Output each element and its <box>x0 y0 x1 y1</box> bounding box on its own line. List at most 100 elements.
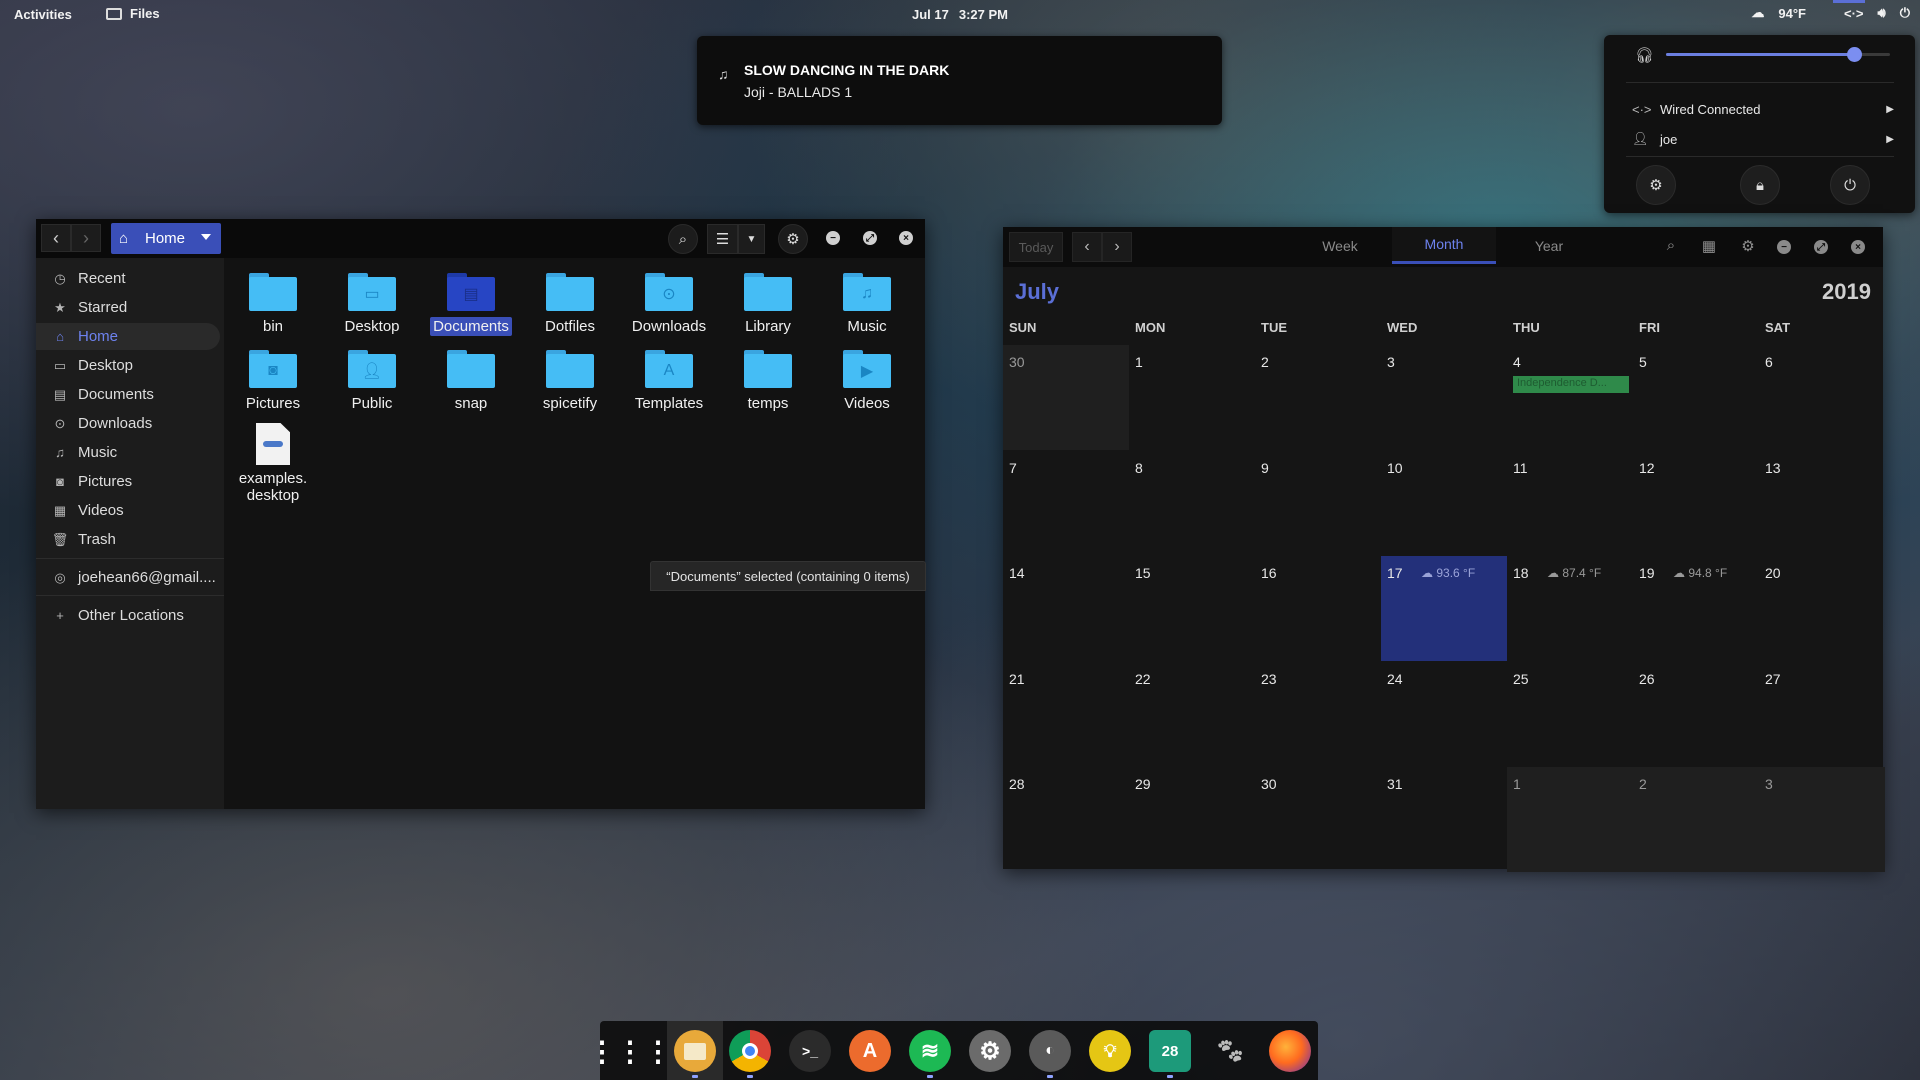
calendar-event[interactable]: Independence D... <box>1513 376 1629 393</box>
calendar-day-cell[interactable]: 20 <box>1759 556 1885 661</box>
sidebar-item-downloads[interactable]: ⊙ Downloads <box>36 410 224 437</box>
minimize-button[interactable]: − <box>1777 240 1791 254</box>
firefox-icon[interactable] <box>1269 1030 1311 1072</box>
calendar-day-cell[interactable]: 8 <box>1129 451 1255 556</box>
search-button[interactable]: ⌕ <box>668 224 698 254</box>
view-list-button[interactable]: ☰ <box>707 224 738 254</box>
tab-week[interactable]: Week <box>1288 227 1392 264</box>
spotify-icon[interactable]: ≋ <box>909 1030 951 1072</box>
forward-button[interactable]: › <box>71 224 101 252</box>
minimize-button[interactable]: − <box>826 231 840 245</box>
status-area[interactable]: ☁ 94°F <·> 🔊︎ ⏻ <box>1751 5 1910 21</box>
calendar-day-cell[interactable]: 2 <box>1255 345 1381 450</box>
lock-button[interactable]: 🔒︎ <box>1740 165 1780 205</box>
calendar-day-cell[interactable]: 27 <box>1759 662 1885 767</box>
app-menu[interactable]: Files <box>106 6 160 21</box>
calendar-day-cell[interactable]: 6 <box>1759 345 1885 450</box>
calendar-day-cell[interactable]: 29 <box>1129 767 1255 872</box>
clock[interactable]: Jul 17 3:27 PM <box>912 7 1008 22</box>
chrome-icon[interactable] <box>729 1030 771 1072</box>
menu-button[interactable]: ⚙ <box>778 224 808 254</box>
software-center-icon[interactable]: A <box>849 1030 891 1072</box>
maximize-button[interactable]: ⤢ <box>863 231 877 245</box>
maximize-button[interactable]: ⤢ <box>1814 240 1828 254</box>
sidebar-item-pictures[interactable]: ◙ Pictures <box>36 468 224 495</box>
calendar-day-cell[interactable]: 13 <box>1759 451 1885 556</box>
calendar-day-cell[interactable]: 18 ☁ 87.4 °F <box>1507 556 1633 661</box>
volume-slider-knob[interactable] <box>1847 47 1863 62</box>
calendar-day-cell[interactable]: 30 <box>1003 345 1129 450</box>
calendar-day-cell[interactable]: 3 <box>1759 767 1885 872</box>
calendar-day-cell[interactable]: 21 <box>1003 662 1129 767</box>
sidebar-item-other-locations[interactable]: + Other Locations <box>36 602 224 629</box>
sidebar-item-music[interactable]: ♫ Music <box>36 439 224 466</box>
search-icon[interactable]: ⌕ <box>1661 237 1681 254</box>
folder-music[interactable]: ♫ Music <box>818 267 916 341</box>
calendar-management-icon[interactable]: ▦ <box>1699 237 1719 255</box>
tweaks-icon[interactable]: ◐ <box>1029 1030 1071 1072</box>
sidebar-item-recent[interactable]: ◷ Recent <box>36 265 224 292</box>
calendar-day-cell[interactable]: 25 <box>1507 662 1633 767</box>
sidebar-item-documents[interactable]: ▤ Documents <box>36 381 224 408</box>
calendar-day-cell[interactable]: 1 <box>1507 767 1633 872</box>
tab-month[interactable]: Month <box>1392 227 1496 264</box>
folder-pictures[interactable]: ◙ Pictures <box>224 344 322 418</box>
folder-documents[interactable]: ▤ Documents <box>422 267 520 341</box>
sidebar-item-online-account[interactable]: ◎ joehean66@gmail.... <box>36 564 224 591</box>
sidebar-item-trash[interactable]: 🗑︎ Trash <box>36 526 224 553</box>
file-examples-desktop[interactable]: examples. desktop <box>224 421 322 511</box>
ideas-icon[interactable]: 💡︎ <box>1089 1030 1131 1072</box>
calendar-day-cell[interactable]: 31 <box>1381 767 1507 872</box>
folder-spicetify[interactable]: spicetify <box>521 344 619 418</box>
folder-videos[interactable]: ▶ Videos <box>818 344 916 418</box>
power-off-button[interactable]: ⏻ <box>1830 165 1870 205</box>
app-grid-icon[interactable]: ⋮⋮⋮ <box>588 1030 672 1072</box>
terminal-icon[interactable]: >_ <box>789 1030 831 1072</box>
activities-button[interactable]: Activities <box>14 7 72 22</box>
calendar-day-cell[interactable]: 5 <box>1633 345 1759 450</box>
calendar-day-cell[interactable]: 2 <box>1633 767 1759 872</box>
media-notification[interactable]: ♫ SLOW DANCING IN THE DARK Joji - BALLAD… <box>697 36 1222 125</box>
folder-snap[interactable]: snap <box>422 344 520 418</box>
next-month-button[interactable]: › <box>1102 232 1132 262</box>
calendar-day-cell[interactable]: 9 <box>1255 451 1381 556</box>
files-icon[interactable] <box>674 1030 716 1072</box>
back-button[interactable]: ‹ <box>41 224 71 252</box>
settings-button[interactable]: ⚙ <box>1636 165 1676 205</box>
folder-templates[interactable]: A Templates <box>620 344 718 418</box>
calendar-day-cell[interactable]: 11 <box>1507 451 1633 556</box>
settings-icon[interactable]: ⚙ <box>969 1030 1011 1072</box>
tab-year[interactable]: Year <box>1497 227 1601 264</box>
calendar-day-cell[interactable]: 4 Independence D... <box>1507 345 1633 450</box>
folder-desktop[interactable]: ▭ Desktop <box>323 267 421 341</box>
chevron-down-icon[interactable] <box>201 234 211 240</box>
sidebar-item-videos[interactable]: ▦ Videos <box>36 497 224 524</box>
folder-dotfiles[interactable]: Dotfiles <box>521 267 619 341</box>
previous-month-button[interactable]: ‹ <box>1072 232 1102 262</box>
path-bar-home[interactable]: ⌂ Home <box>111 223 221 254</box>
folder-downloads[interactable]: ⊙ Downloads <box>620 267 718 341</box>
folder-public[interactable]: 👤︎ Public <box>323 344 421 418</box>
calendar-day-cell[interactable]: 23 <box>1255 662 1381 767</box>
calendar-day-cell[interactable]: 24 <box>1381 662 1507 767</box>
close-button[interactable]: × <box>1851 240 1865 254</box>
gear-icon[interactable]: ⚙ <box>1738 237 1758 255</box>
calendar-day-cell[interactable]: 15 <box>1129 556 1255 661</box>
calendar-day-cell[interactable]: 1 <box>1129 345 1255 450</box>
volume-slider[interactable] <box>1666 47 1890 62</box>
calendar-day-cell[interactable]: 22 <box>1129 662 1255 767</box>
calendar-day-cell[interactable]: 7 <box>1003 451 1129 556</box>
calendar-icon[interactable]: 28 <box>1149 1030 1191 1072</box>
calendar-day-cell[interactable]: 12 <box>1633 451 1759 556</box>
close-button[interactable]: × <box>899 231 913 245</box>
calendar-day-cell[interactable]: 3 <box>1381 345 1507 450</box>
sidebar-item-home[interactable]: ⌂ Home <box>36 323 220 350</box>
folder-library[interactable]: Library <box>719 267 817 341</box>
sidebar-item-desktop[interactable]: ▭ Desktop <box>36 352 224 379</box>
gimp-icon[interactable]: 🐾︎ <box>1209 1030 1251 1072</box>
calendar-day-cell[interactable]: 14 <box>1003 556 1129 661</box>
sidebar-item-starred[interactable]: ★ Starred <box>36 294 224 321</box>
calendar-day-cell[interactable]: 16 <box>1255 556 1381 661</box>
calendar-day-cell[interactable]: 10 <box>1381 451 1507 556</box>
calendar-day-cell[interactable]: 28 <box>1003 767 1129 872</box>
